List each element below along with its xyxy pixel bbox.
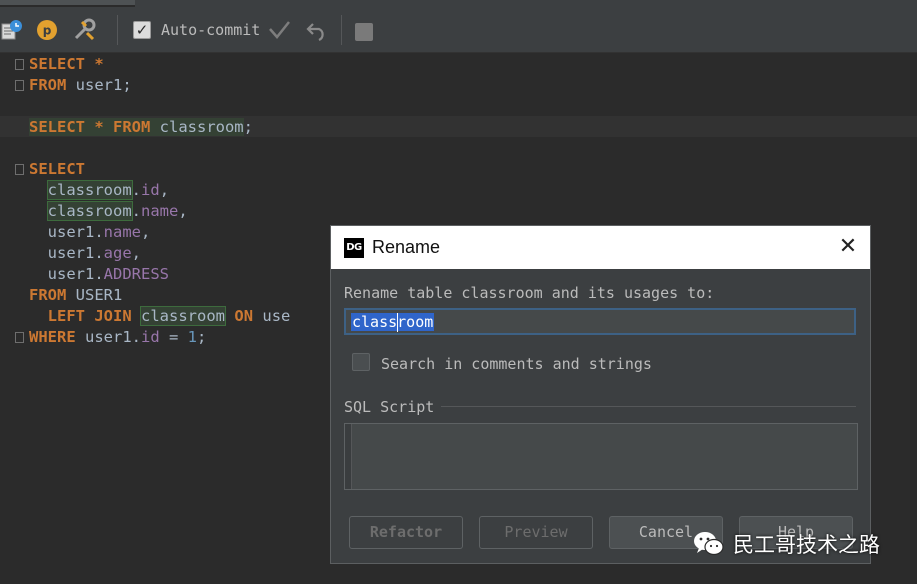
fold-marker-icon[interactable] xyxy=(15,80,24,91)
code-token: age xyxy=(103,244,132,262)
code-token: classroom xyxy=(159,118,244,136)
code-token: FROM xyxy=(29,76,67,94)
svg-text:p: p xyxy=(43,24,52,38)
search-comments-label[interactable]: Search in comments and strings xyxy=(381,355,652,373)
code-token: classroom xyxy=(46,180,133,200)
code-token: SELECT xyxy=(29,55,85,73)
sql-script-preview[interactable] xyxy=(344,423,858,490)
code-token: 1 xyxy=(187,328,198,346)
commit-icon[interactable] xyxy=(267,18,291,42)
code-token: SELECT xyxy=(29,160,85,178)
parameters-icon[interactable]: p xyxy=(35,18,59,42)
new-name-input[interactable]: classroom xyxy=(344,308,856,335)
code-line[interactable]: classroom.id, xyxy=(29,180,169,201)
code-token: . xyxy=(131,181,142,199)
section-divider xyxy=(441,406,856,407)
fold-marker-icon[interactable] xyxy=(15,332,24,343)
code-token: , xyxy=(131,244,141,262)
code-line[interactable]: SELECT xyxy=(29,159,85,180)
close-icon[interactable]: ✕ xyxy=(836,236,860,260)
code-token: ; xyxy=(197,328,207,346)
code-token: user1. xyxy=(29,265,104,283)
fold-marker-icon[interactable] xyxy=(15,59,24,70)
watermark-text: 民工哥技术之路 xyxy=(733,533,880,557)
toolbar-separator xyxy=(341,15,342,45)
fold-marker-icon[interactable] xyxy=(15,164,24,175)
toolbar-separator xyxy=(117,15,118,45)
code-line[interactable]: LEFT JOIN classroom ON use xyxy=(29,306,290,327)
code-token: USER1 xyxy=(66,286,123,304)
refactor-button[interactable]: Refactor xyxy=(349,516,463,549)
code-token: user1. xyxy=(29,223,104,241)
sql-script-label: SQL Script xyxy=(344,398,435,416)
code-line[interactable]: user1.age, xyxy=(29,243,141,264)
code-line[interactable]: SELECT * xyxy=(29,54,104,75)
script-gutter xyxy=(345,424,352,489)
active-editor-tab[interactable] xyxy=(0,0,135,7)
code-token: LEFT JOIN xyxy=(47,307,132,325)
code-token: id xyxy=(141,181,160,199)
dialog-title: Rename xyxy=(372,237,441,257)
code-line[interactable]: FROM user1; xyxy=(29,75,132,96)
datagrip-logo-icon: DG xyxy=(344,238,364,258)
code-token: user1; xyxy=(66,76,132,94)
execute-plan-icon[interactable] xyxy=(0,18,24,42)
code-token: FROM xyxy=(29,286,67,304)
code-token: name xyxy=(141,202,179,220)
rename-prompt: Rename table classroom and its usages to… xyxy=(344,284,715,302)
search-comments-checkbox[interactable] xyxy=(352,353,370,371)
code-token: classroom xyxy=(140,306,227,326)
dialog-title-bar: DG Rename ✕ xyxy=(331,226,870,269)
code-token: ADDRESS xyxy=(103,265,169,283)
code-token: use xyxy=(253,307,291,325)
code-token: classroom xyxy=(46,201,133,221)
code-token: id xyxy=(141,328,160,346)
code-token: , xyxy=(159,181,170,199)
code-line[interactable]: FROM USER1 xyxy=(29,285,122,306)
code-token: , xyxy=(140,223,151,241)
autocommit-label[interactable]: Auto-commit xyxy=(161,21,260,39)
code-token: ; xyxy=(243,118,253,136)
watermark: 民工哥技术之路 xyxy=(693,525,903,563)
settings-icon[interactable] xyxy=(73,18,97,42)
code-token: user1. xyxy=(29,244,104,262)
code-token: WHERE xyxy=(29,328,76,346)
toolbar: p ✓ Auto-commit xyxy=(0,7,917,53)
code-token: ON xyxy=(234,307,254,325)
code-token: SELECT * FROM xyxy=(29,118,160,136)
autocommit-checkbox[interactable]: ✓ xyxy=(133,21,151,39)
code-line[interactable]: WHERE user1.id = 1; xyxy=(29,327,206,348)
code-token: * xyxy=(94,55,104,73)
code-line[interactable]: SELECT * FROM classroom; xyxy=(29,117,253,138)
preview-button[interactable]: Preview xyxy=(479,516,593,549)
wechat-icon xyxy=(693,530,725,558)
code-token: user1. xyxy=(75,328,141,346)
code-line[interactable]: user1.name, xyxy=(29,222,151,243)
code-token: , xyxy=(178,202,188,220)
code-token: name xyxy=(103,223,141,241)
code-token: . xyxy=(131,202,142,220)
code-token: = xyxy=(159,328,188,346)
code-line[interactable]: user1.ADDRESS xyxy=(29,264,169,285)
text-caret xyxy=(397,313,398,332)
code-line[interactable]: classroom.name, xyxy=(29,201,188,222)
editor-tab-strip xyxy=(0,0,917,7)
rename-dialog: DG Rename ✕ Rename table classroom and i… xyxy=(330,225,871,564)
new-name-value: classroom xyxy=(351,313,435,331)
rollback-icon[interactable] xyxy=(305,18,329,42)
stop-icon[interactable] xyxy=(355,23,373,41)
